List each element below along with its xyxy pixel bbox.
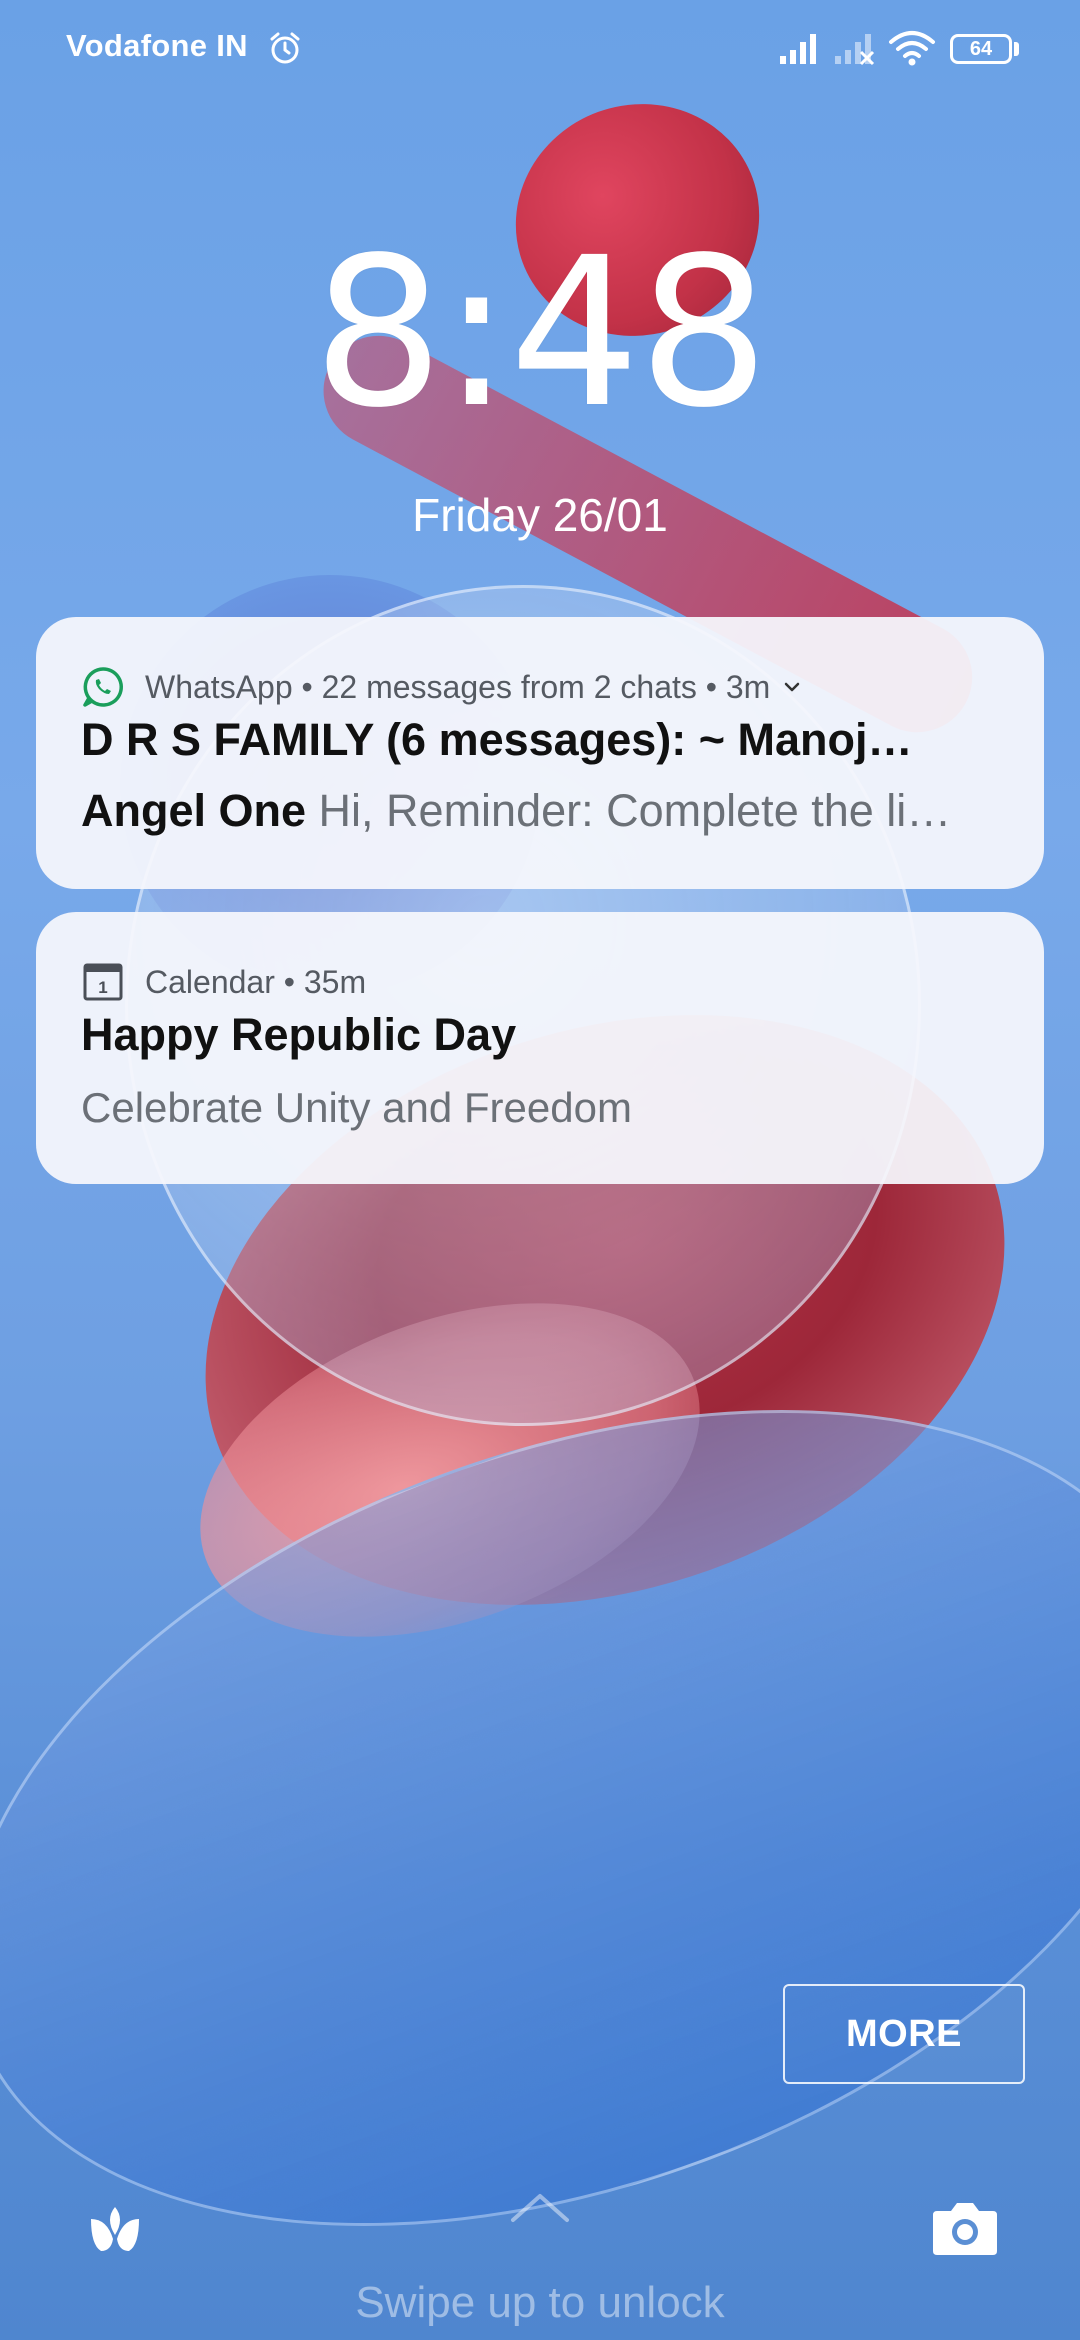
separator-dot: • bbox=[292, 668, 322, 705]
notification-age: 3m bbox=[725, 668, 771, 705]
notification-message: Hi, Reminder: Complete the li… bbox=[318, 785, 952, 836]
calendar-icon: 1 bbox=[81, 960, 125, 1004]
lock-date: Friday 26/01 bbox=[412, 489, 668, 541]
leaf-icon[interactable] bbox=[85, 2197, 145, 2257]
svg-text:1: 1 bbox=[98, 978, 107, 997]
battery-nub bbox=[1014, 42, 1019, 56]
separator-dot: • bbox=[274, 963, 304, 1000]
notification-sender: Angel One bbox=[81, 785, 307, 836]
lock-clock: 8:48 bbox=[312, 213, 770, 453]
notification-app-name: Calendar bbox=[145, 963, 275, 1000]
chevron-up-icon bbox=[511, 2194, 569, 2222]
notification-whatsapp[interactable]: WhatsApp • 22 messages from 2 chats • 3m… bbox=[36, 617, 1044, 889]
notification-line-2: Angel One Hi, Reminder: Complete the li… bbox=[81, 785, 1011, 837]
notification-line-1: D R S FAMILY (6 messages): ~ Manoj… bbox=[81, 714, 913, 765]
signal-icon bbox=[780, 34, 816, 64]
wallpaper-shape bbox=[0, 1255, 1080, 2340]
swipe-up-hint: Swipe up to unlock bbox=[355, 2278, 725, 2327]
status-bar: Vodafone IN 64 bbox=[0, 0, 1080, 100]
wallpaper-shape bbox=[154, 1240, 746, 1700]
wifi-icon bbox=[889, 31, 935, 66]
notification-header: 1 Calendar • 35m bbox=[81, 962, 366, 1002]
notification-meta: 22 messages from 2 chats bbox=[321, 668, 697, 705]
alarm-icon bbox=[270, 32, 300, 64]
whatsapp-icon bbox=[81, 665, 125, 709]
notification-header: WhatsApp • 22 messages from 2 chats • 3m bbox=[81, 667, 802, 707]
carrier-name: Vodafone IN bbox=[66, 28, 248, 63]
separator-dot: • bbox=[696, 668, 726, 705]
chevron-down-icon[interactable] bbox=[782, 677, 802, 697]
battery-level: 64 bbox=[969, 38, 993, 60]
signal-no-service-icon bbox=[835, 34, 875, 66]
lock-screen: Vodafone IN 64 8:48 Friday 26/01 WhatsAp… bbox=[0, 0, 1080, 2340]
notification-calendar[interactable]: 1 Calendar • 35m Happy Republic Day Cele… bbox=[36, 912, 1044, 1184]
camera-icon[interactable] bbox=[931, 2197, 999, 2257]
notification-app-name: WhatsApp bbox=[145, 668, 293, 705]
more-button[interactable]: MORE bbox=[783, 1984, 1025, 2084]
notification-age: 35m bbox=[303, 963, 367, 1000]
notification-body: Celebrate Unity and Freedom bbox=[81, 1084, 632, 1131]
notification-title: Happy Republic Day bbox=[81, 1009, 517, 1060]
